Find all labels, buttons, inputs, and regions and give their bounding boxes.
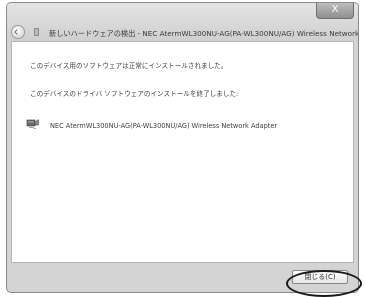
device-name: NEC AtermWL300NU-AG(PA-WL300NU/AG) Wirel… [50, 122, 278, 130]
window-title: 新しいハードウェアの検出 - NEC AtermWL300NU-AG(PA-WL… [49, 29, 359, 38]
highlight-ring [286, 270, 362, 297]
install-finished-message: このデバイスのドライバ ソフトウェアのインストールを終了しました: [30, 90, 239, 98]
back-arrow-icon[interactable] [11, 25, 25, 39]
content-panel: このデバイス用のソフトウェアは正常にインストールされました。 このデバイスのドラ… [11, 41, 354, 263]
install-success-message: このデバイス用のソフトウェアは正常にインストールされました。 [30, 62, 228, 70]
network-adapter-icon [26, 119, 39, 129]
title-bar: X 新しいハードウェアの検出 - NEC AtermWL300NU-AG(PA-… [7, 3, 358, 41]
window-close-button[interactable]: X [316, 3, 354, 19]
dialog-window: X 新しいハードウェアの検出 - NEC AtermWL300NU-AG(PA-… [6, 2, 359, 293]
device-icon [34, 28, 39, 36]
